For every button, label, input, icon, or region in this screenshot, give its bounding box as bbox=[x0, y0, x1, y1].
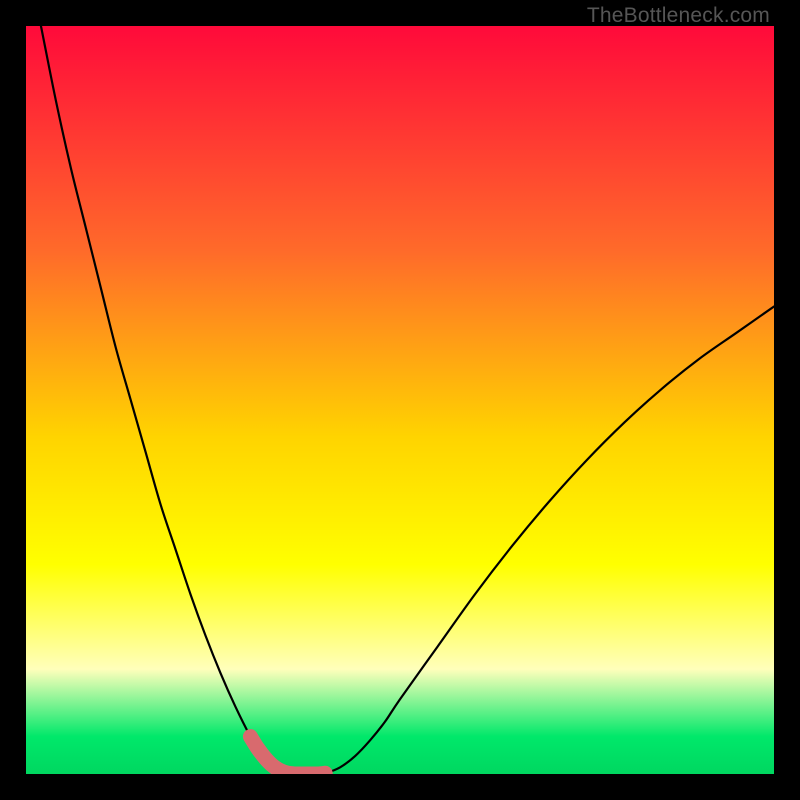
curve-path bbox=[26, 26, 774, 774]
plot-area bbox=[26, 26, 774, 774]
watermark-text: TheBottleneck.com bbox=[587, 4, 770, 28]
curve-highlight bbox=[250, 737, 325, 774]
bottleneck-curve bbox=[26, 26, 774, 774]
chart-frame: TheBottleneck.com bbox=[0, 0, 800, 800]
